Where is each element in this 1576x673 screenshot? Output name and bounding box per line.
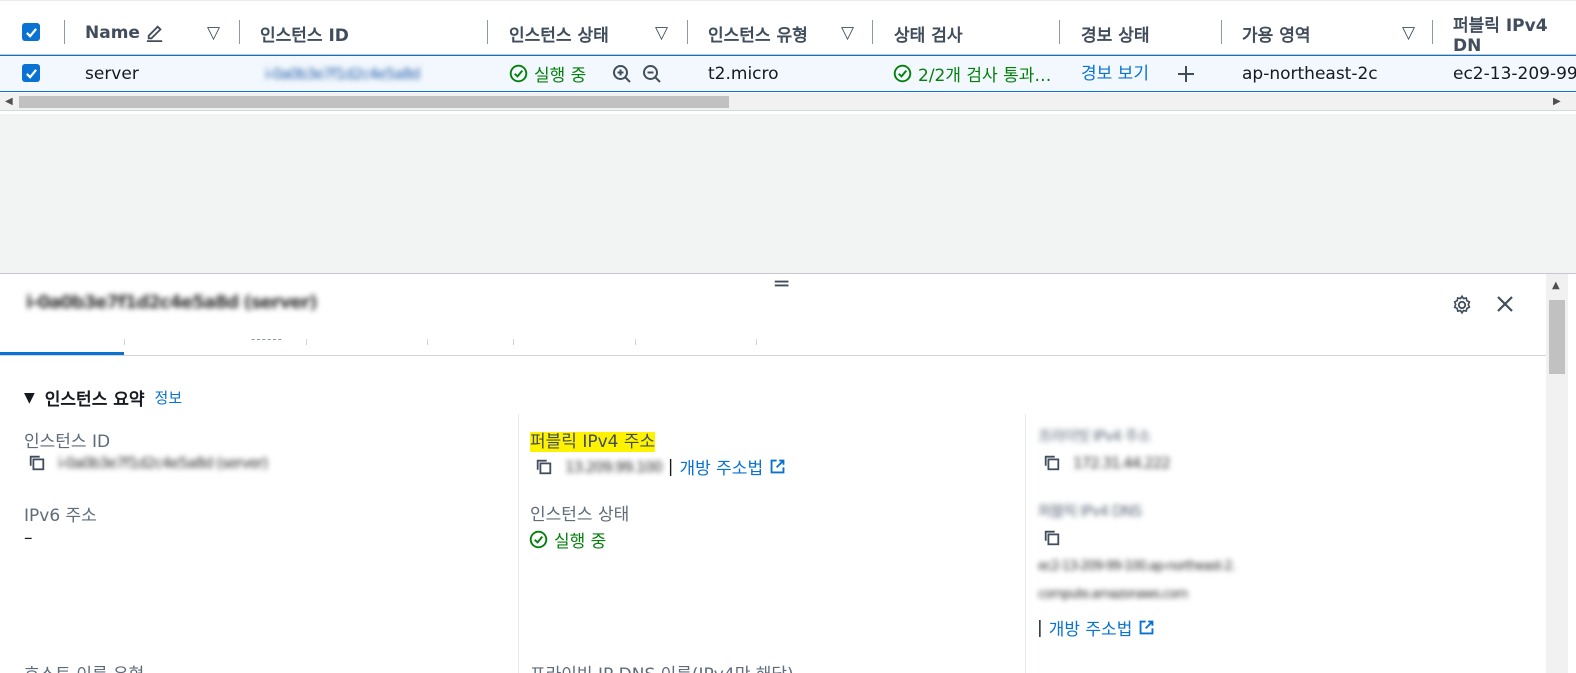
col-instance-type-label: 인스턴스 유형 [708,25,808,46]
col-status-check[interactable]: 상태 검사 [894,11,962,55]
cell-status-check-text: 2/2개 검사 통과… [918,66,1052,86]
zoom-out-icon[interactable] [642,56,662,91]
resize-handle-icon[interactable]: ═ [775,274,788,296]
tab-details-active[interactable] [0,352,124,355]
cell-status-check: 2/2개 검사 통과… [893,56,1051,91]
col-name-label: Name [85,23,140,43]
add-alarm-plus-icon[interactable] [1176,56,1196,91]
table-row[interactable]: server i-0a0b3e7f1d2c4e5a8d 실행 중 t2.micr… [0,55,1576,92]
ipv6-label: IPv6 주소 [24,506,97,526]
col-public-dns[interactable]: 퍼블릭 IPv4 DN [1453,11,1576,56]
public-ipv4-text: 13.209.99.100 [565,457,663,476]
public-dns-value-line2: compute.amazonaws.com [1038,587,1188,602]
scroll-left-icon[interactable]: ◀ [5,96,13,107]
instance-id-label: 인스턴스 ID [24,432,111,452]
hostname-type-label: 호스트 이름 유형 [24,660,144,673]
instance-state-value: 실행 중 [529,527,606,552]
cell-instance-state: 실행 중 [509,56,586,91]
col-alarm-state-label: 경보 상태 [1081,25,1150,46]
info-link[interactable]: 정보 [155,387,183,408]
success-check-circle-icon [893,64,912,83]
instance-details-panel: ═ i-0a0b3e7f1d2c4e5a8d (server) ------ ▲… [0,274,1576,673]
open-address-link-2[interactable]: 개방 주소법 [1049,615,1133,640]
col-instance-type[interactable]: 인스턴스 유형 [708,11,808,55]
col-instance-id[interactable]: 인스턴스 ID [260,11,349,55]
sort-caret-icon[interactable]: ▽ [655,11,668,55]
instances-table: Name ▽ 인스턴스 ID 인스턴스 상태 ▽ 인스턴스 유형 ▽ 상태 검사 [0,0,1576,114]
copy-icon[interactable] [1043,454,1061,472]
external-link-icon[interactable] [769,458,786,475]
view-alarms-link[interactable]: 경보 보기 [1081,54,1149,89]
success-check-circle-icon [509,64,528,83]
check-icon [25,27,37,38]
vertical-scroll-thumb[interactable] [1549,300,1565,374]
cell-instance-type: t2.micro [708,63,779,84]
copy-icon[interactable] [28,454,46,472]
col-status-check-label: 상태 검사 [894,25,963,46]
section-title: 인스턴스 요약 [44,390,145,410]
col-name[interactable]: Name [85,11,164,55]
col-availability-zone-label: 가용 영역 [1242,25,1311,46]
public-dns-value-line1: ec2-13-209-99-100.ap-northeast-2. [1038,559,1236,574]
ec2-console: Name ▽ 인스턴스 ID 인스턴스 상태 ▽ 인스턴스 유형 ▽ 상태 검사 [0,0,1576,673]
cell-public-dns: ec2-13-209-99 [1453,63,1576,84]
select-all-checkbox[interactable] [22,23,40,41]
public-dns-copy [1043,529,1073,547]
public-ipv4-value: 13.209.99.100 | 개방 주소법 [535,454,786,479]
panel-title: i-0a0b3e7f1d2c4e5a8d (server) [26,292,318,313]
open-address-link[interactable]: 개방 주소법 [679,454,763,479]
settings-gear-icon[interactable] [1451,294,1473,316]
public-ipv4-label: 퍼블릭 IPv4 주소 [530,427,656,452]
check-icon [25,68,37,79]
horizontal-scrollbar[interactable]: ◀ ▶ [0,93,1576,111]
external-link-icon[interactable] [1138,619,1155,636]
scroll-up-icon[interactable]: ▲ [1552,280,1560,291]
cell-instance-state-text: 실행 중 [534,66,587,86]
instance-id-text: i-0a0b3e7f1d2c4e5a8d (server) [58,454,268,472]
scroll-right-icon[interactable]: ▶ [1553,96,1561,107]
private-ipv4-value: 172.31.44.222 [1043,454,1171,472]
col-public-dns-label: 퍼블릭 IPv4 DN [1453,15,1548,56]
cell-instance-id[interactable]: i-0a0b3e7f1d2c4e5a8d [265,56,420,91]
vertical-scrollbar[interactable]: ▲ [1546,274,1568,673]
collapse-caret-icon[interactable]: ▼ [24,390,35,406]
cell-name: server [85,63,139,84]
tab-placeholder[interactable]: ------ [251,332,283,346]
col-instance-state[interactable]: 인스턴스 상태 [509,11,609,55]
instance-summary-header[interactable]: ▼ 인스턴스 요약 정보 [24,385,182,410]
col-availability-zone[interactable]: 가용 영역 [1242,11,1310,55]
sort-caret-icon[interactable]: ▽ [1402,11,1415,55]
horizontal-scroll-thumb[interactable] [19,96,729,108]
copy-icon[interactable] [535,458,553,476]
col-instance-id-label: 인스턴스 ID [260,25,349,46]
private-ipv4-text: 172.31.44.222 [1073,454,1171,472]
sort-caret-icon[interactable]: ▽ [207,11,220,55]
detail-tabs [0,352,1546,356]
instance-id-value: i-0a0b3e7f1d2c4e5a8d (server) [28,454,268,472]
edit-pencil-icon [146,25,163,42]
instance-state-label: 인스턴스 상태 [530,505,630,525]
success-check-circle-icon [529,530,548,549]
instance-state-text: 실행 중 [554,532,607,552]
open-address-2: | 개방 주소법 [1037,615,1155,640]
public-dns-label: 퍼블릭 IPv4 DNS [1038,502,1142,520]
cell-availability-zone: ap-northeast-2c [1242,63,1378,84]
private-ipv4-label: 프라이빗 IPv4 주소 [1038,427,1151,445]
col-instance-state-label: 인스턴스 상태 [509,25,609,46]
table-header: Name ▽ 인스턴스 ID 인스턴스 상태 ▽ 인스턴스 유형 ▽ 상태 검사 [0,11,1576,56]
col-alarm-state[interactable]: 경보 상태 [1081,11,1149,55]
row-checkbox[interactable] [22,64,40,82]
ipv6-value: – [24,528,33,548]
public-ipv4-label-text: 퍼블릭 IPv4 주소 [530,432,656,452]
zoom-in-icon[interactable] [612,56,632,91]
copy-icon[interactable] [1043,529,1061,547]
private-dns-label: 프라이빗 IP DNS 이름(IPv4만 해당) [530,660,794,673]
empty-area [0,114,1576,274]
close-icon[interactable] [1495,294,1515,314]
sort-caret-icon[interactable]: ▽ [841,11,854,55]
